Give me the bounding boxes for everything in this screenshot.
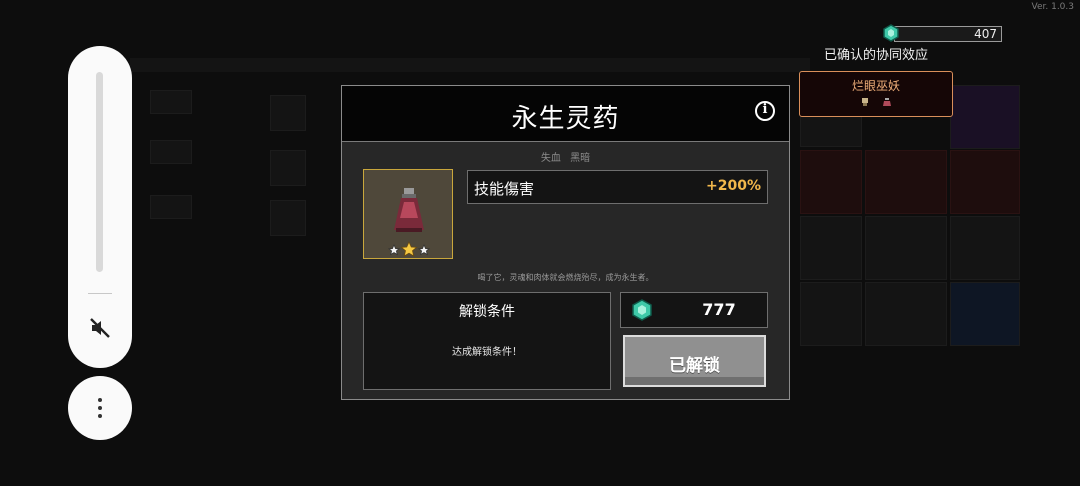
background-tile: [150, 140, 192, 164]
background-tile: [800, 150, 862, 214]
background-tile: [950, 216, 1020, 280]
synergy-card[interactable]: 烂眼巫妖: [799, 71, 953, 117]
background-tile: [950, 150, 1020, 214]
modal-title: 永生灵药: [511, 104, 620, 134]
item-portrait: [363, 169, 453, 259]
gem-icon: [883, 24, 899, 42]
background-tile: [270, 150, 306, 186]
info-icon[interactable]: i: [755, 101, 775, 121]
cost-display: 777: [620, 292, 768, 328]
stat-name: 技能傷害: [474, 180, 535, 198]
skull-icon: [862, 98, 868, 106]
currency-field: 407: [894, 26, 1002, 42]
background-header-bar: [130, 58, 810, 72]
more-vertical-icon: [98, 414, 102, 418]
item-tag: 黑暗: [570, 153, 591, 164]
background-tile: [865, 150, 947, 214]
synergy-confirmed-label: 已确认的协同效应: [824, 48, 929, 63]
volume-panel: [68, 46, 132, 368]
currency-display: 407: [880, 24, 1004, 42]
volume-slider[interactable]: [96, 72, 103, 272]
more-options-button[interactable]: [68, 376, 132, 440]
unlocked-button-label: 已解锁: [669, 356, 720, 376]
mute-icon[interactable]: [88, 316, 112, 340]
item-tags: 失血 黑暗: [342, 149, 789, 164]
modal-header: 永生灵药 i: [342, 86, 789, 142]
background-tile: [950, 282, 1020, 346]
background-tile: [950, 85, 1020, 149]
background-tile: [150, 90, 192, 114]
more-vertical-icon: [98, 406, 102, 410]
potion-small-icon: [883, 98, 891, 106]
cost-value: 777: [702, 300, 736, 319]
background-tile: [865, 216, 947, 280]
gem-icon: [632, 299, 652, 321]
background-tile: [270, 200, 306, 236]
stat-row: 技能傷害 +200%: [467, 170, 768, 204]
version-label: Ver. 1.0.3: [1031, 2, 1075, 12]
item-description: 喝了它，灵魂和肉体就会燃烧殆尽，成为永生者。: [477, 273, 654, 282]
volume-divider: [88, 293, 112, 294]
item-detail-modal: 永生灵药 i 失血 黑暗 技能傷害 +200% 喝了它，灵魂和肉体就会燃烧殆尽，…: [341, 85, 790, 400]
background-tile: [865, 282, 947, 346]
potion-icon: [394, 188, 424, 232]
background-tile: [800, 216, 862, 280]
star-rating: [387, 241, 431, 257]
currency-amount: 407: [974, 27, 997, 41]
item-tag: 失血: [540, 153, 561, 164]
unlock-condition-panel: 解锁条件 达成解锁条件！: [363, 292, 611, 390]
more-vertical-icon: [98, 398, 102, 402]
stat-value: +200%: [706, 178, 761, 194]
unlocked-button[interactable]: 已解锁: [623, 335, 766, 387]
unlock-condition-text: 达成解锁条件！: [452, 347, 522, 358]
unlock-condition-title: 解锁条件: [459, 304, 515, 320]
background-tile: [270, 95, 306, 131]
background-tile: [150, 195, 192, 219]
synergy-card-name: 烂眼巫妖: [851, 79, 900, 93]
background-tile: [800, 282, 862, 346]
